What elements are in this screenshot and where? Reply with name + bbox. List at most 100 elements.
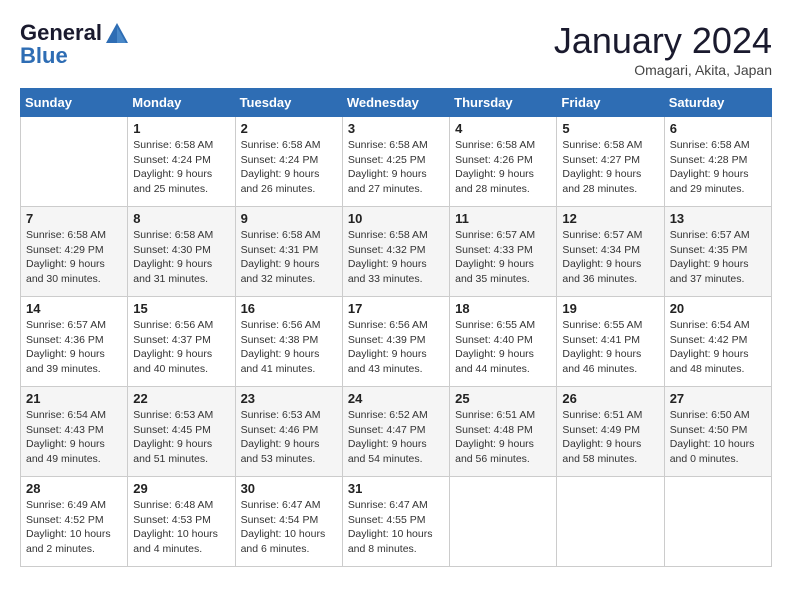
calendar-cell: 21 Sunrise: 6:54 AM Sunset: 4:43 PM Dayli…	[21, 387, 128, 477]
cell-content: Sunrise: 6:47 AM Sunset: 4:54 PM Dayligh…	[241, 498, 337, 557]
calendar-cell: 12Sunrise: 6:57 AM Sunset: 4:34 PM Dayli…	[557, 207, 664, 297]
day-number: 26	[562, 391, 658, 406]
cell-content: Sunrise: 6:58 AM Sunset: 4:29 PM Dayligh…	[26, 228, 122, 287]
cell-content: Sunrise: 6:48 AM Sunset: 4:53 PM Dayligh…	[133, 498, 229, 557]
week-row-4: 21 Sunrise: 6:54 AM Sunset: 4:43 PM Dayli…	[21, 387, 772, 477]
cell-content: Sunrise: 6:54 AM Sunset: 4:42 PM Dayligh…	[670, 318, 766, 377]
day-number: 23	[241, 391, 337, 406]
calendar-table: Sunday Monday Tuesday Wednesday Thursday…	[20, 88, 772, 567]
day-number: 19	[562, 301, 658, 316]
calendar-cell: 17Sunrise: 6:56 AM Sunset: 4:39 PM Dayli…	[342, 297, 449, 387]
cell-content: Sunrise: 6:57 AM Sunset: 4:33 PM Dayligh…	[455, 228, 551, 287]
calendar-cell: 11 Sunrise: 6:57 AM Sunset: 4:33 PM Dayli…	[450, 207, 557, 297]
week-row-5: 28 Sunrise: 6:49 AM Sunset: 4:52 PM Dayli…	[21, 477, 772, 567]
cell-content: Sunrise: 6:58 AM Sunset: 4:27 PM Dayligh…	[562, 138, 658, 197]
cell-content: Sunrise: 6:56 AM Sunset: 4:39 PM Dayligh…	[348, 318, 444, 377]
col-saturday: Saturday	[664, 89, 771, 117]
cell-content: Sunrise: 6:51 AM Sunset: 4:48 PM Dayligh…	[455, 408, 551, 467]
week-row-3: 14 Sunrise: 6:57 AM Sunset: 4:36 PM Dayli…	[21, 297, 772, 387]
calendar-cell: 30 Sunrise: 6:47 AM Sunset: 4:54 PM Dayli…	[235, 477, 342, 567]
col-tuesday: Tuesday	[235, 89, 342, 117]
cell-content: Sunrise: 6:49 AM Sunset: 4:52 PM Dayligh…	[26, 498, 122, 557]
calendar-cell: 1 Sunrise: 6:58 AM Sunset: 4:24 PM Daylig…	[128, 117, 235, 207]
calendar-cell: 13 Sunrise: 6:57 AM Sunset: 4:35 PM Dayli…	[664, 207, 771, 297]
calendar-cell: 20 Sunrise: 6:54 AM Sunset: 4:42 PM Dayli…	[664, 297, 771, 387]
cell-content: Sunrise: 6:58 AM Sunset: 4:24 PM Dayligh…	[133, 138, 229, 197]
week-row-1: 1 Sunrise: 6:58 AM Sunset: 4:24 PM Daylig…	[21, 117, 772, 207]
day-number: 13	[670, 211, 766, 226]
cell-content: Sunrise: 6:55 AM Sunset: 4:40 PM Dayligh…	[455, 318, 551, 377]
day-number: 9	[241, 211, 337, 226]
calendar-cell: 29Sunrise: 6:48 AM Sunset: 4:53 PM Dayli…	[128, 477, 235, 567]
cell-content: Sunrise: 6:57 AM Sunset: 4:36 PM Dayligh…	[26, 318, 122, 377]
day-number: 21	[26, 391, 122, 406]
col-monday: Monday	[128, 89, 235, 117]
day-number: 16	[241, 301, 337, 316]
calendar-cell: 10 Sunrise: 6:58 AM Sunset: 4:32 PM Dayli…	[342, 207, 449, 297]
calendar-cell: 9 Sunrise: 6:58 AM Sunset: 4:31 PM Daylig…	[235, 207, 342, 297]
calendar-cell	[557, 477, 664, 567]
day-number: 28	[26, 481, 122, 496]
week-row-2: 7 Sunrise: 6:58 AM Sunset: 4:29 PM Daylig…	[21, 207, 772, 297]
cell-content: Sunrise: 6:58 AM Sunset: 4:31 PM Dayligh…	[241, 228, 337, 287]
calendar-cell: 26Sunrise: 6:51 AM Sunset: 4:49 PM Dayli…	[557, 387, 664, 477]
cell-content: Sunrise: 6:58 AM Sunset: 4:26 PM Dayligh…	[455, 138, 551, 197]
day-number: 1	[133, 121, 229, 136]
day-number: 5	[562, 121, 658, 136]
cell-content: Sunrise: 6:53 AM Sunset: 4:45 PM Dayligh…	[133, 408, 229, 467]
day-number: 4	[455, 121, 551, 136]
col-wednesday: Wednesday	[342, 89, 449, 117]
month-title: January 2024	[554, 20, 772, 62]
cell-content: Sunrise: 6:55 AM Sunset: 4:41 PM Dayligh…	[562, 318, 658, 377]
logo-icon	[104, 21, 130, 47]
day-number: 14	[26, 301, 122, 316]
cell-content: Sunrise: 6:50 AM Sunset: 4:50 PM Dayligh…	[670, 408, 766, 467]
location: Omagari, Akita, Japan	[554, 62, 772, 78]
day-number: 7	[26, 211, 122, 226]
day-number: 8	[133, 211, 229, 226]
day-number: 18	[455, 301, 551, 316]
cell-content: Sunrise: 6:58 AM Sunset: 4:30 PM Dayligh…	[133, 228, 229, 287]
day-number: 20	[670, 301, 766, 316]
calendar-cell: 5 Sunrise: 6:58 AM Sunset: 4:27 PM Daylig…	[557, 117, 664, 207]
calendar-cell: 7 Sunrise: 6:58 AM Sunset: 4:29 PM Daylig…	[21, 207, 128, 297]
day-number: 31	[348, 481, 444, 496]
day-number: 27	[670, 391, 766, 406]
day-number: 11	[455, 211, 551, 226]
cell-content: Sunrise: 6:58 AM Sunset: 4:25 PM Dayligh…	[348, 138, 444, 197]
logo: General Blue	[20, 20, 130, 69]
calendar-cell: 22 Sunrise: 6:53 AM Sunset: 4:45 PM Dayli…	[128, 387, 235, 477]
calendar-cell: 25Sunrise: 6:51 AM Sunset: 4:48 PM Dayli…	[450, 387, 557, 477]
calendar-cell: 8 Sunrise: 6:58 AM Sunset: 4:30 PM Daylig…	[128, 207, 235, 297]
day-number: 10	[348, 211, 444, 226]
calendar-cell: 3 Sunrise: 6:58 AM Sunset: 4:25 PM Daylig…	[342, 117, 449, 207]
cell-content: Sunrise: 6:56 AM Sunset: 4:38 PM Dayligh…	[241, 318, 337, 377]
calendar-cell: 2Sunrise: 6:58 AM Sunset: 4:24 PM Daylig…	[235, 117, 342, 207]
calendar-cell: 18 Sunrise: 6:55 AM Sunset: 4:40 PM Dayli…	[450, 297, 557, 387]
cell-content: Sunrise: 6:56 AM Sunset: 4:37 PM Dayligh…	[133, 318, 229, 377]
calendar-cell: 28 Sunrise: 6:49 AM Sunset: 4:52 PM Dayli…	[21, 477, 128, 567]
cell-content: Sunrise: 6:53 AM Sunset: 4:46 PM Dayligh…	[241, 408, 337, 467]
day-number: 2	[241, 121, 337, 136]
calendar-cell	[21, 117, 128, 207]
day-number: 3	[348, 121, 444, 136]
calendar-cell: 19 Sunrise: 6:55 AM Sunset: 4:41 PM Dayli…	[557, 297, 664, 387]
cell-content: Sunrise: 6:52 AM Sunset: 4:47 PM Dayligh…	[348, 408, 444, 467]
calendar-cell: 6Sunrise: 6:58 AM Sunset: 4:28 PM Daylig…	[664, 117, 771, 207]
header-row: Sunday Monday Tuesday Wednesday Thursday…	[21, 89, 772, 117]
cell-content: Sunrise: 6:57 AM Sunset: 4:34 PM Dayligh…	[562, 228, 658, 287]
cell-content: Sunrise: 6:54 AM Sunset: 4:43 PM Dayligh…	[26, 408, 122, 467]
calendar-cell: 31Sunrise: 6:47 AM Sunset: 4:55 PM Dayli…	[342, 477, 449, 567]
day-number: 15	[133, 301, 229, 316]
calendar-cell: 16 Sunrise: 6:56 AM Sunset: 4:38 PM Dayli…	[235, 297, 342, 387]
cell-content: Sunrise: 6:58 AM Sunset: 4:28 PM Dayligh…	[670, 138, 766, 197]
cell-content: Sunrise: 6:57 AM Sunset: 4:35 PM Dayligh…	[670, 228, 766, 287]
calendar-cell: 23 Sunrise: 6:53 AM Sunset: 4:46 PM Dayli…	[235, 387, 342, 477]
day-number: 24	[348, 391, 444, 406]
cell-content: Sunrise: 6:58 AM Sunset: 4:32 PM Dayligh…	[348, 228, 444, 287]
title-area: January 2024 Omagari, Akita, Japan	[554, 20, 772, 78]
calendar-cell: 24 Sunrise: 6:52 AM Sunset: 4:47 PM Dayli…	[342, 387, 449, 477]
day-number: 22	[133, 391, 229, 406]
calendar-cell: 27 Sunrise: 6:50 AM Sunset: 4:50 PM Dayli…	[664, 387, 771, 477]
day-number: 30	[241, 481, 337, 496]
